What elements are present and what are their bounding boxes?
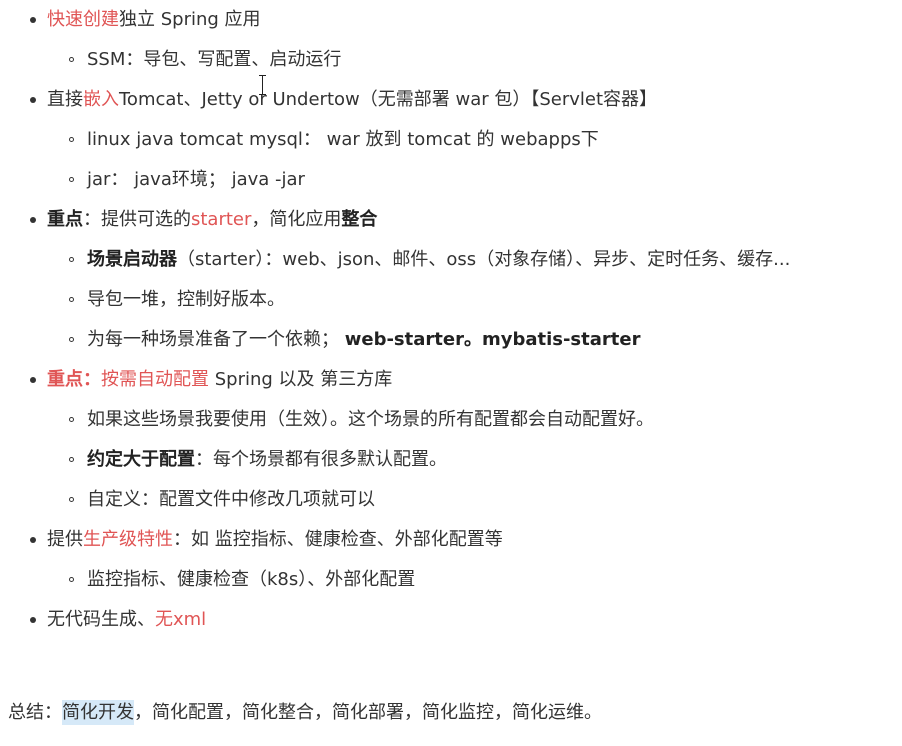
sub-bullet-icon [67,286,77,314]
text-segment: 快速创建 [47,9,119,30]
sub-bullet-icon [67,486,77,514]
bullet-icon [28,526,38,554]
sub-bullet-icon [67,246,77,274]
sub-list-item-text: 监控指标、健康检查（k8s）、外部化配置 [87,569,416,590]
text-segment: Spring 以及 第三方库 [209,369,393,390]
list-item-text: 重点：提供可选的starter，简化应用整合 [47,206,377,234]
text-segment: 独立 Spring 应用 [119,9,261,30]
text-segment: 按需自动配置 [101,369,209,390]
sub-list-item-text: linux java tomcat mysql： war 放到 tomcat 的… [87,129,599,150]
text-segment: 无xml [155,609,207,630]
sub-list-item-text: 自定义：配置文件中修改几项就可以 [87,489,375,510]
sub-list-item-text: 约定大于配置：每个场景都有很多默认配置。 [87,446,447,474]
summary-highlight[interactable]: 简化开发 [62,700,134,725]
text-segment: ：提供可选的 [83,209,191,230]
summary-rest: ，简化配置，简化整合，简化部署，简化监控，简化运维。 [134,702,602,723]
sub-bullet-icon [67,326,77,354]
bullet-icon [28,366,38,394]
sub-list-item-text: 导包一堆，控制好版本。 [87,289,285,310]
bullet-icon [28,86,38,114]
text-segment: Tomcat、Jetty or Undertow（无需部署 war 包）【Ser… [119,89,658,110]
text-segment: ，简化应用 [251,209,342,230]
sub-bullet-icon [67,46,77,74]
sub-bullet-icon [67,166,77,194]
text-segment: 无代码生成、 [47,609,155,630]
list-item-text: 无代码生成、无xml [47,606,206,634]
text-segment: 重点 [47,209,83,230]
text-segment: 提供 [47,529,83,550]
list-item-text: 重点：按需自动配置 Spring 以及 第三方库 [47,366,392,394]
sub-list-item-text: 为每一种场景准备了一个依赖； web-starter。mybatis-start… [87,326,640,354]
text-segment: 直接 [47,89,83,110]
text-segment: 生产级特性 [83,529,173,550]
text-segment: 为每一种场景准备了一个依赖； [87,329,345,350]
text-segment: 嵌入 [83,89,119,110]
text-segment: 约定大于配置 [87,449,195,470]
text-segment: ：每个场景都有很多默认配置。 [195,449,447,470]
sub-list-item-text: 场景启动器（starter）：web、json、邮件、oss（对象存储）、异步、… [87,246,790,274]
text-segment: web-starter。mybatis-starter [344,329,641,350]
sub-list-item-text: jar： java环境； java -jar [87,169,305,190]
sub-list-item-text: 如果这些场景我要使用（生效）。这个场景的所有配置都会自动配置好。 [87,409,654,430]
sub-bullet-icon [67,406,77,434]
text-segment: starter [191,209,252,230]
bullet-icon [28,606,38,634]
bullet-icon [28,206,38,234]
text-segment: （starter）：web、json、邮件、oss（对象存储）、异步、定时任务、… [177,249,791,270]
list-item-text: 直接嵌入Tomcat、Jetty or Undertow（无需部署 war 包）… [47,86,657,114]
text-cursor-icon [259,75,266,95]
sub-bullet-icon [67,446,77,474]
text-segment: 重点： [47,369,101,390]
document-body: 快速创建独立 Spring 应用 SSM：导包、写配置、启动运行 直接嵌入Tom… [0,0,902,746]
list-item-text: 快速创建独立 Spring 应用 [47,6,261,34]
bullet-icon [28,6,38,34]
text-segment: ：如 监控指标、健康检查、外部化配置等 [173,529,503,550]
summary-line: 总结：简化开发，简化配置，简化整合，简化部署，简化监控，简化运维。 [8,698,602,728]
text-segment: 整合 [341,209,378,230]
sub-list-item-text: SSM：导包、写配置、启动运行 [87,49,342,70]
sub-bullet-icon [67,566,77,594]
sub-bullet-icon [67,126,77,154]
summary-label: 总结： [8,702,62,723]
list-item-text: 提供生产级特性：如 监控指标、健康检查、外部化配置等 [47,526,503,554]
text-segment: 场景启动器 [87,249,177,270]
